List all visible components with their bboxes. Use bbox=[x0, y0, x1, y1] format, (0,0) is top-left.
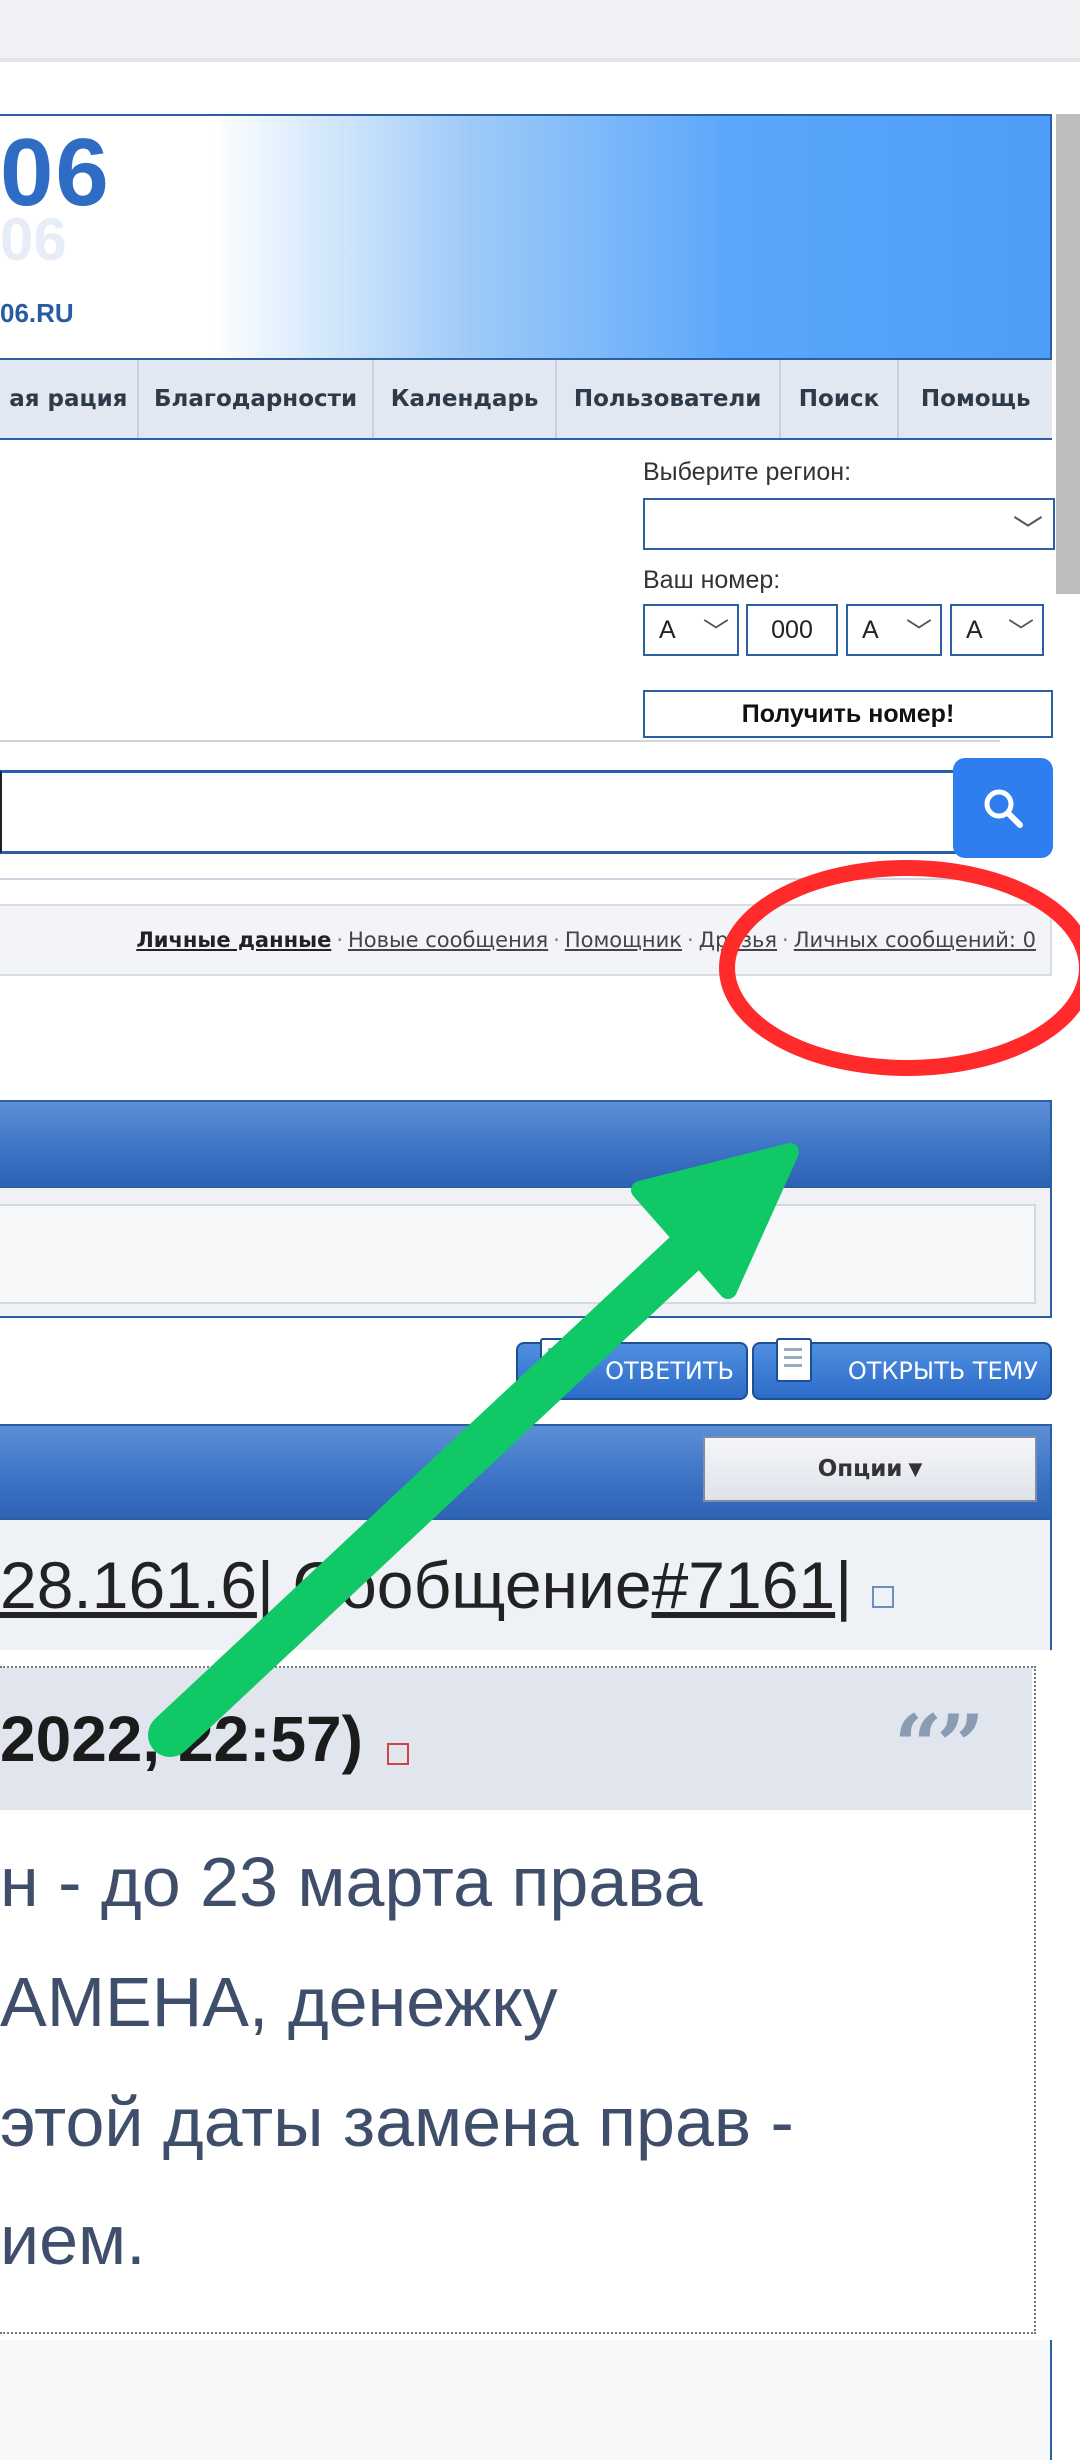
plate-digits-field[interactable]: 000 bbox=[746, 604, 838, 656]
plate-number-label: Ваш номер: bbox=[643, 566, 781, 594]
chevron-down-icon: ﹀ bbox=[1007, 617, 1034, 647]
goto-post-icon[interactable] bbox=[386, 1743, 409, 1765]
reply-icon bbox=[540, 1338, 576, 1382]
region-select[interactable]: ﹀ bbox=[643, 498, 1055, 550]
quote-body: н - до 23 марта права АМЕНА, денежку это… bbox=[0, 1812, 1032, 2332]
caret-down-icon: ▼ bbox=[908, 1458, 923, 1480]
chevron-down-icon: ﹀ bbox=[905, 617, 932, 647]
select-checkbox-icon[interactable] bbox=[872, 1586, 895, 1608]
region-label: Выберите регион: bbox=[643, 458, 852, 486]
nav-item-help[interactable]: Помощь bbox=[899, 360, 1052, 438]
new-topic-icon bbox=[776, 1338, 812, 1382]
link-private-messages[interactable]: Личных сообщений: 0 bbox=[794, 928, 1036, 952]
message-number-link[interactable]: #7161 bbox=[652, 1547, 836, 1623]
quote-marks-icon: “” bbox=[894, 1696, 985, 1795]
chevron-down-icon: ﹀ bbox=[1013, 515, 1043, 548]
chevron-down-icon: ﹀ bbox=[702, 617, 729, 647]
post-footer-area bbox=[0, 2340, 1052, 2460]
search-input[interactable] bbox=[0, 770, 958, 854]
meta-separator: | Сообщение bbox=[256, 1548, 652, 1622]
plate-letter3-value: А bbox=[966, 615, 983, 644]
plate-letter2-value: А bbox=[862, 615, 879, 644]
plate-letter2-select[interactable]: А ﹀ bbox=[846, 604, 942, 656]
link-new-messages[interactable]: Новые сообщения bbox=[348, 928, 548, 952]
quote-line: н - до 23 марта права bbox=[0, 1843, 703, 1921]
link-friends[interactable]: Друзья bbox=[699, 928, 777, 952]
ip-address-link[interactable]: 28.161.6 bbox=[0, 1547, 257, 1623]
plate-letter1-select[interactable]: А ﹀ bbox=[643, 604, 739, 656]
reply-button[interactable]: ОТВЕТИТЬ bbox=[516, 1338, 748, 1400]
link-personal-data[interactable]: Личные данные bbox=[136, 928, 331, 952]
separator: · bbox=[553, 928, 560, 952]
post-meta-line: 28.161.6 | Сообщение #7161 | bbox=[0, 1520, 1052, 1650]
nav-item-search[interactable]: Поиск bbox=[781, 360, 900, 438]
new-topic-button-label: ОТКРЫТЬ ТЕМУ bbox=[847, 1357, 1038, 1385]
site-logo-domain: 06.RU bbox=[0, 298, 74, 328]
nav-item-users[interactable]: Пользователи bbox=[557, 360, 781, 438]
quote-header: 2022, 22:57) bbox=[0, 1668, 1032, 1810]
forum-block-inner bbox=[0, 1204, 1036, 1304]
nav-item-radio[interactable]: ая рация bbox=[0, 360, 139, 438]
nav-item-calendar[interactable]: Календарь bbox=[374, 360, 557, 438]
browser-top-strip bbox=[0, 0, 1080, 62]
quote-line: ием. bbox=[0, 2201, 146, 2279]
quote-date: 2022, 22:57) bbox=[0, 1703, 363, 1775]
forum-block-header bbox=[0, 1100, 1052, 1188]
options-button[interactable]: Опции ▼ bbox=[703, 1436, 1037, 1502]
quote-line: этой даты замена прав - bbox=[0, 2083, 794, 2161]
search-icon bbox=[984, 789, 1023, 828]
nav-item-thanks[interactable]: Благодарности bbox=[139, 360, 375, 438]
quote-line: АМЕНА, денежку bbox=[0, 1963, 558, 2041]
link-helper[interactable]: Помощник bbox=[565, 928, 682, 952]
meta-separator-2: | bbox=[835, 1548, 853, 1622]
user-links-bar: Личные данные · Новые сообщения · Помощн… bbox=[0, 904, 1052, 976]
options-label: Опции bbox=[817, 1456, 903, 1482]
page-scrollbar[interactable] bbox=[1056, 114, 1080, 594]
separator: · bbox=[686, 928, 694, 952]
site-logo-reflection: 06 bbox=[0, 206, 67, 273]
site-banner bbox=[0, 114, 1052, 358]
search-button[interactable] bbox=[953, 758, 1053, 858]
main-nav: ая рация Благодарности Календарь Пользов… bbox=[0, 358, 1052, 440]
plate-letter1-value: А bbox=[659, 615, 676, 644]
plate-letter3-select[interactable]: А ﹀ bbox=[950, 604, 1044, 656]
new-topic-button[interactable]: ОТКРЫТЬ ТЕМУ bbox=[752, 1338, 1052, 1400]
separator: · bbox=[782, 928, 789, 952]
separator: · bbox=[336, 928, 344, 952]
reply-button-label: ОТВЕТИТЬ bbox=[605, 1357, 734, 1385]
get-number-button[interactable]: Получить номер! bbox=[643, 690, 1053, 738]
